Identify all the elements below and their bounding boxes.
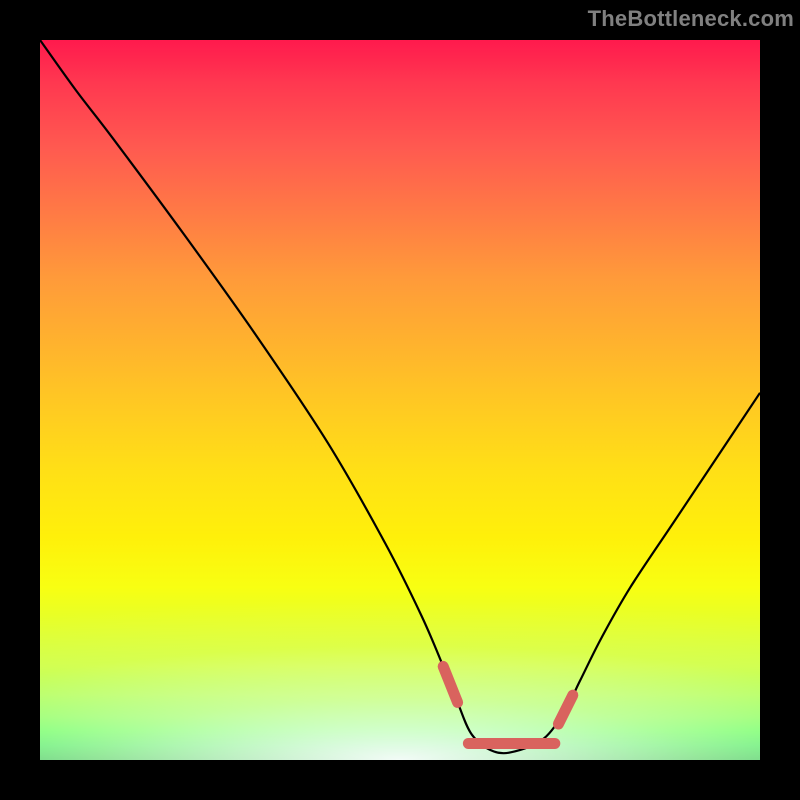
bottleneck-curve [40,40,760,753]
plot-area [40,40,760,760]
chart-frame: TheBottleneck.com [0,0,800,800]
highlight-segment [558,695,572,724]
curve-layer [40,40,760,760]
highlight-segment [443,666,457,702]
optimal-range-highlight [443,666,573,743]
watermark-text: TheBottleneck.com [588,6,794,32]
